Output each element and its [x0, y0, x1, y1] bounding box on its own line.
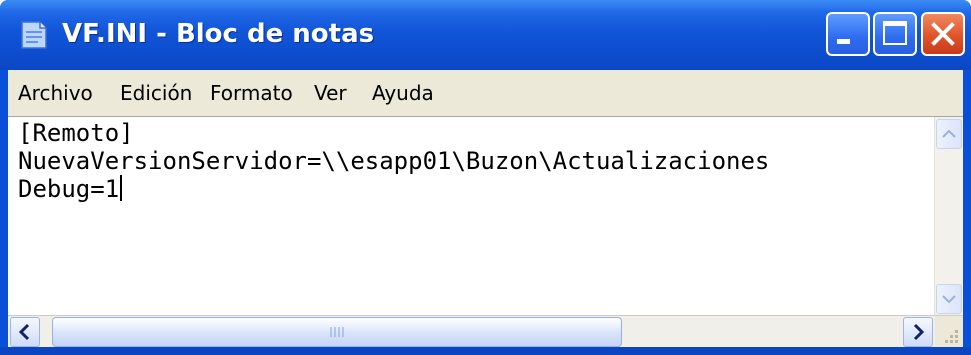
notepad-icon[interactable]	[16, 18, 50, 52]
menu-archivo[interactable]: Archivo	[18, 70, 93, 116]
menu-bar: Archivo Edición Formato Ver Ayuda	[8, 70, 963, 117]
minimize-icon	[837, 39, 850, 44]
text-caret	[120, 175, 123, 201]
size-grip[interactable]	[935, 316, 963, 348]
chevron-down-icon	[942, 295, 956, 304]
menu-formato[interactable]: Formato	[210, 70, 293, 116]
editor-line-text: Debug=1	[18, 175, 120, 203]
window-border-bottom	[0, 347, 971, 355]
maximize-button[interactable]	[873, 12, 917, 56]
chevron-left-icon	[18, 323, 30, 341]
editor-line: [Remoto]	[18, 119, 134, 147]
menu-ver[interactable]: Ver	[314, 70, 347, 116]
editor-text[interactable]: [Remoto] NuevaVersionServidor=\\esapp01\B…	[18, 119, 918, 203]
scroll-down-button[interactable]	[936, 284, 962, 314]
grip-icon	[330, 327, 344, 337]
horizontal-scrollbar[interactable]	[8, 315, 963, 348]
maximize-icon	[883, 21, 907, 45]
close-button[interactable]	[921, 12, 965, 56]
title-bar[interactable]: VF.INI - Bloc de notas	[0, 0, 971, 70]
scroll-up-button[interactable]	[936, 119, 962, 149]
chevron-right-icon	[913, 323, 925, 341]
resize-grip-icon	[945, 330, 958, 343]
scroll-right-button[interactable]	[903, 317, 933, 347]
editor-line: Debug=1	[18, 175, 918, 203]
close-icon	[931, 22, 955, 46]
editor-line: NuevaVersionServidor=\\esapp01\Buzon\Act…	[18, 147, 770, 175]
minimize-button[interactable]	[826, 12, 870, 56]
vertical-scrollbar[interactable]	[934, 117, 963, 316]
window-title: VF.INI - Bloc de notas	[62, 19, 375, 49]
menu-ayuda[interactable]: Ayuda	[372, 70, 434, 116]
notepad-window: VF.INI - Bloc de notas Archivo Edición F…	[0, 0, 971, 355]
chevron-up-icon	[942, 129, 956, 138]
text-editor[interactable]: [Remoto] NuevaVersionServidor=\\esapp01\B…	[8, 116, 963, 316]
horizontal-scroll-thumb[interactable]	[52, 317, 622, 347]
scroll-left-button[interactable]	[10, 317, 40, 347]
menu-edicion[interactable]: Edición	[120, 70, 192, 116]
